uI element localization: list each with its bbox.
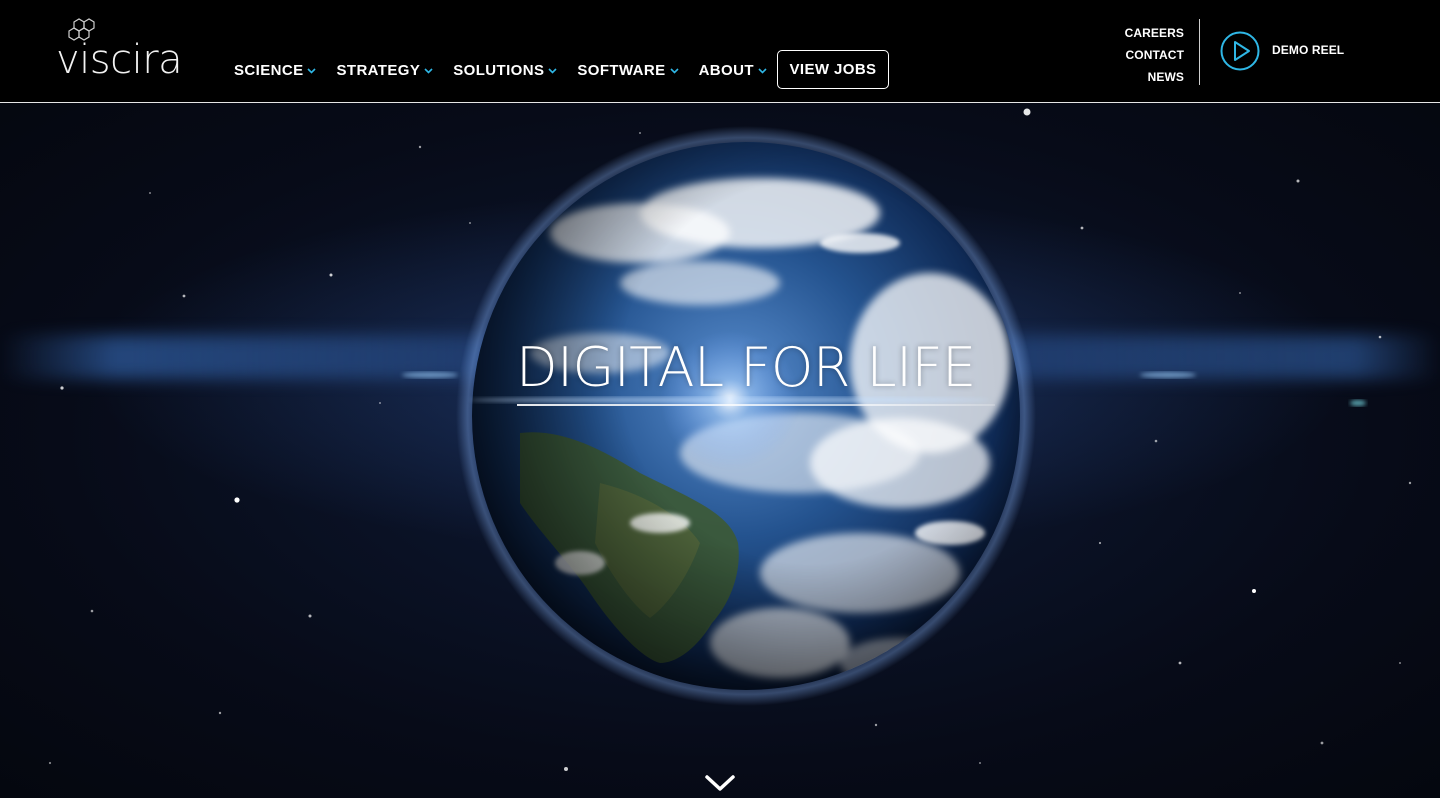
play-circle-icon bbox=[1220, 31, 1260, 71]
nav-item-label: SCIENCE bbox=[234, 62, 304, 79]
nav-item-software[interactable]: SOFTWARE bbox=[577, 62, 679, 79]
brand-name: viscira bbox=[56, 37, 183, 83]
nav-item-strategy[interactable]: STRATEGY bbox=[336, 62, 433, 79]
headline-underline bbox=[517, 404, 995, 406]
nav-item-label: ABOUT bbox=[698, 62, 754, 79]
main-nav: SCIENCE STRATEGY SOLUTIONS SOFTWARE ABOU… bbox=[234, 62, 787, 79]
nav-item-science[interactable]: SCIENCE bbox=[234, 62, 317, 79]
nav-item-about[interactable]: ABOUT bbox=[699, 62, 767, 79]
nav-item-label: SOLUTIONS bbox=[453, 62, 545, 79]
chevron-down-icon bbox=[548, 67, 557, 74]
chevron-down-icon bbox=[307, 67, 317, 74]
nav-item-label: SOFTWARE bbox=[577, 62, 666, 79]
hero-section: DIGITAL FOR LIFE bbox=[0, 103, 1440, 798]
contact-link[interactable]: CONTACT bbox=[1125, 44, 1184, 66]
hero-headline: DIGITAL FOR LIFE bbox=[516, 336, 976, 399]
view-jobs-button[interactable]: VIEW JOBS bbox=[777, 50, 889, 89]
chevron-down-icon bbox=[758, 67, 767, 74]
site-header: viscira SCIENCE STRATEGY SOLUTIONS SOFTW… bbox=[0, 0, 1440, 103]
demo-reel-button[interactable]: DEMO REEL bbox=[1220, 31, 1344, 71]
utility-links: CAREERS CONTACT NEWS bbox=[1125, 22, 1184, 88]
news-link[interactable]: NEWS bbox=[1125, 66, 1184, 88]
chevron-down-icon bbox=[669, 67, 679, 74]
careers-link[interactable]: CAREERS bbox=[1125, 22, 1184, 44]
nav-item-label: STRATEGY bbox=[336, 62, 421, 79]
chevron-down-icon bbox=[424, 67, 433, 74]
brand-logo[interactable]: viscira bbox=[56, 18, 191, 82]
scroll-down-chevron-icon[interactable] bbox=[704, 773, 736, 793]
earth-globe-image bbox=[48, 108, 1412, 771]
nav-item-solutions[interactable]: SOLUTIONS bbox=[453, 62, 557, 79]
demo-reel-label: DEMO REEL bbox=[1272, 42, 1345, 57]
header-divider bbox=[1199, 19, 1200, 85]
